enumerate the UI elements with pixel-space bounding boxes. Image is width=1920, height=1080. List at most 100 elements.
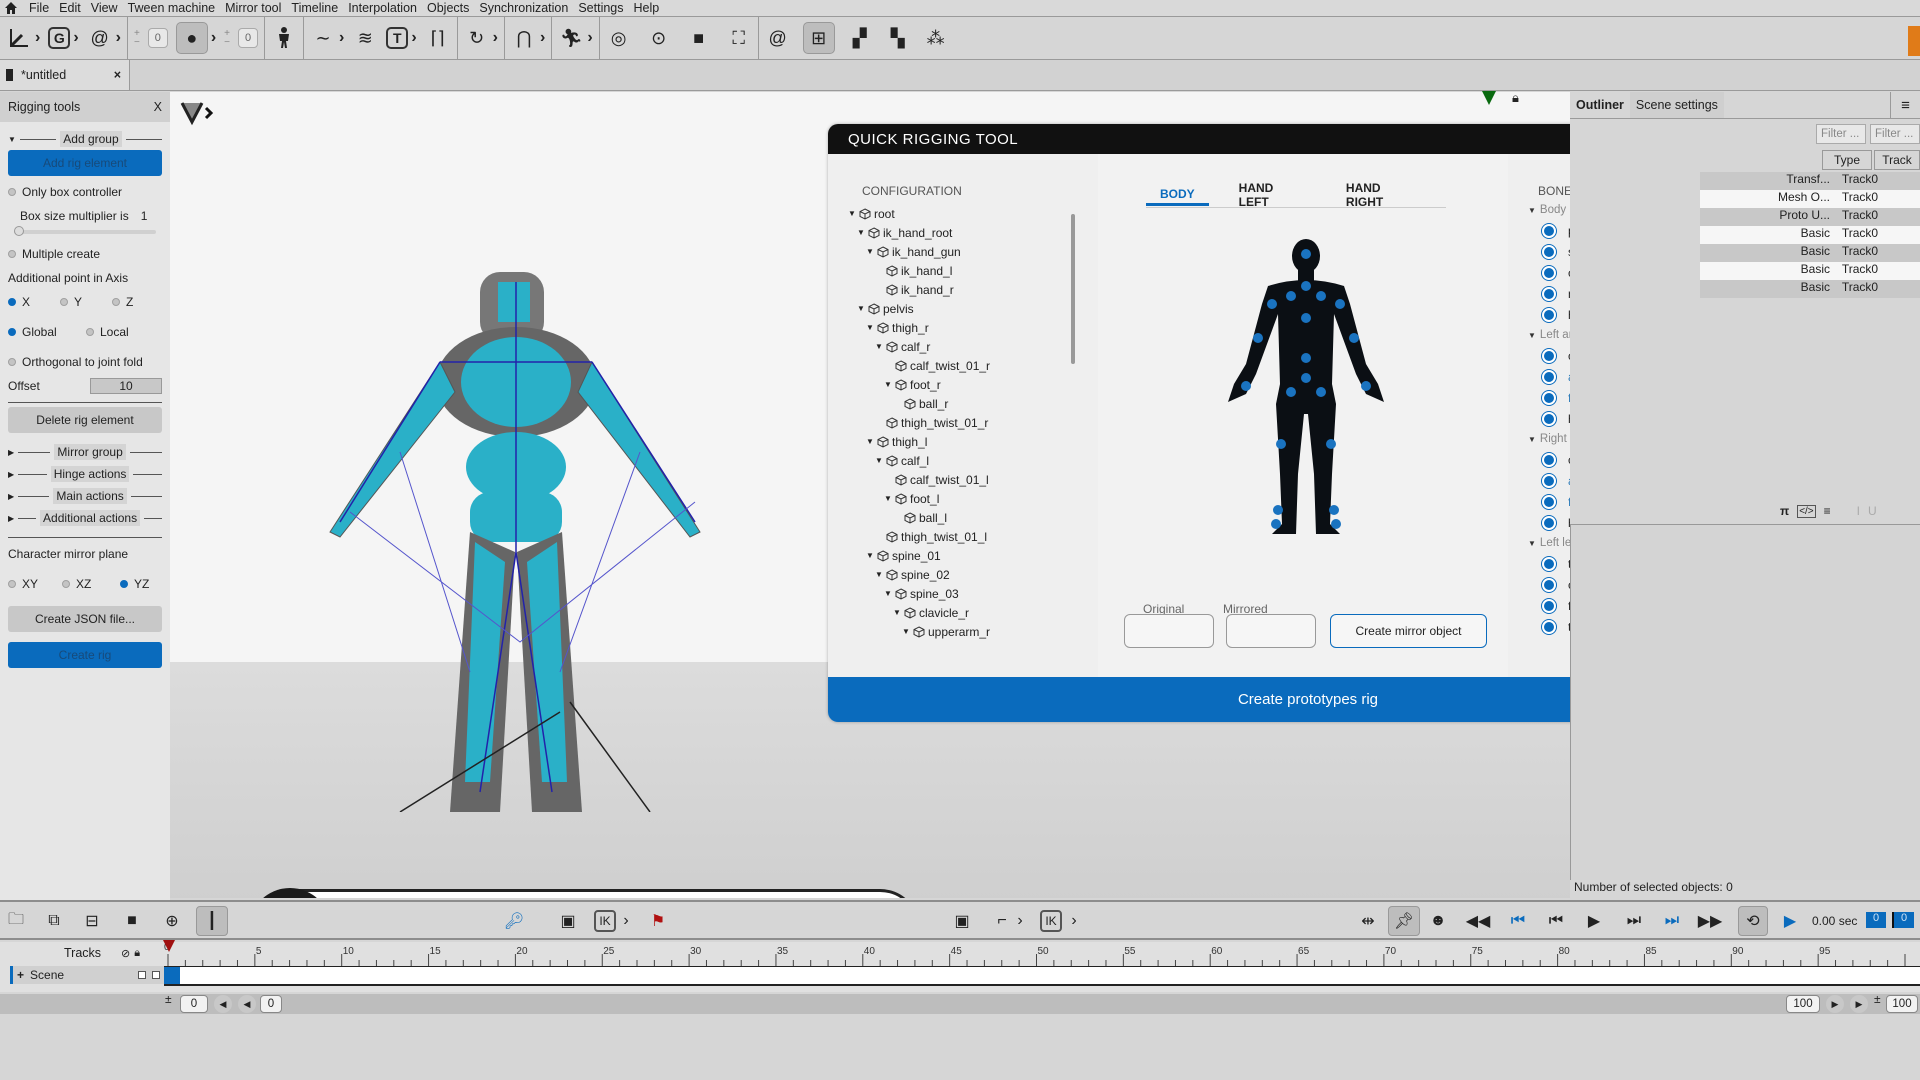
joint-marker[interactable]	[1273, 505, 1283, 515]
chevron-right-icon[interactable]: ›	[35, 29, 40, 47]
create-json-button[interactable]: Create JSON file...	[8, 606, 162, 632]
pin-icon[interactable]: 📌︎	[1388, 906, 1420, 936]
create-mirror-object-button[interactable]: Create mirror object	[1330, 614, 1487, 648]
expand-arrow-icon[interactable]: ▼	[875, 456, 883, 465]
joint-marker[interactable]	[1301, 353, 1311, 363]
italic-toggle[interactable]: I	[1857, 504, 1860, 518]
joint-marker[interactable]	[1361, 381, 1371, 391]
plane-xz-option[interactable]: XZ	[62, 577, 120, 591]
curves-edit-icon[interactable]: ≋	[352, 25, 378, 51]
slider-handle[interactable]	[14, 226, 24, 236]
playhead-marker-icon[interactable]	[163, 940, 175, 952]
add-group-section[interactable]: ▼ Add group	[0, 128, 170, 150]
folder-add-icon[interactable]: 🗀	[4, 910, 28, 932]
tab-hand-right[interactable]: HAND RIGHT	[1332, 181, 1430, 209]
marker-flag-icon[interactable]: ⚑	[646, 910, 670, 932]
joint-marker[interactable]	[1271, 519, 1281, 529]
ik-icon[interactable]: IK	[594, 910, 616, 932]
joint-marker[interactable]	[1301, 373, 1311, 383]
expand-arrow-icon[interactable]: ▼	[857, 304, 865, 313]
chevron-right-icon[interactable]: ›	[493, 29, 498, 47]
rigged-character-model[interactable]	[320, 252, 720, 812]
expand-arrow-icon[interactable]: ▼	[1528, 435, 1536, 444]
chevron-right-icon[interactable]: ›	[1008, 910, 1032, 932]
chevron-right-icon[interactable]: ›	[1062, 910, 1086, 932]
plus-minus-icon[interactable]: ±	[165, 992, 172, 1006]
expand-arrow-icon[interactable]: ▼	[866, 551, 874, 560]
axis-x-option[interactable]: X	[8, 295, 60, 309]
original-input[interactable]	[1124, 614, 1214, 648]
view-mode-button[interactable]	[180, 100, 216, 129]
orthogonal-option[interactable]: Orthogonal to joint fold	[0, 350, 170, 374]
tree-node[interactable]: ▼ spine_03	[848, 584, 1088, 603]
expand-arrow-icon[interactable]: ▼	[857, 228, 865, 237]
joint-marker[interactable]	[1241, 381, 1251, 391]
arc-add-icon[interactable]: ⋂	[511, 25, 537, 51]
tree-node[interactable]: ▼ ik_hand_gun	[848, 242, 1088, 261]
plus-minus-icon[interactable]: ±	[1874, 992, 1881, 1006]
menu-help[interactable]: Help	[629, 1, 665, 15]
tree-node[interactable]: ▼ foot_l	[848, 489, 1088, 508]
tree-node[interactable]: ▼ pelvis	[848, 299, 1088, 318]
tree-node[interactable]: calf_twist_01_l	[848, 470, 1088, 489]
expand-arrow-icon[interactable]: ▼	[1528, 331, 1536, 340]
track-add-icon[interactable]: ⧉	[42, 910, 66, 932]
tab-outliner[interactable]: Outliner	[1570, 92, 1630, 118]
expand-arrow-icon[interactable]: ▼	[1528, 539, 1536, 548]
list-icon[interactable]: ≡	[1824, 504, 1831, 518]
menu-interpolation[interactable]: Interpolation	[343, 1, 422, 15]
tree-node[interactable]: ▼ root	[848, 204, 1088, 223]
menu-tween-machine[interactable]: Tween machine	[123, 1, 221, 15]
key-field-right[interactable]: 0	[238, 28, 258, 48]
plus-minus-icon[interactable]: + −	[134, 29, 140, 48]
expand-arrow-icon[interactable]: ▼	[848, 209, 856, 218]
column-track[interactable]: Track	[1874, 150, 1920, 170]
tree-node[interactable]: ball_r	[848, 394, 1088, 413]
create-rig-button[interactable]: Create rig	[8, 642, 162, 668]
joint-marker[interactable]	[1267, 299, 1277, 309]
joint-marker[interactable]	[1326, 439, 1336, 449]
expand-arrow-icon[interactable]: ▼	[884, 494, 892, 503]
chevron-right-icon[interactable]: ›	[73, 29, 78, 47]
radio-button[interactable]	[8, 328, 16, 336]
ik-icon[interactable]: IK	[1040, 910, 1062, 932]
menu-file[interactable]: File	[24, 1, 54, 15]
axis-z-option[interactable]: Z	[112, 295, 133, 309]
additional-actions-section[interactable]: ▶ Additional actions	[0, 507, 170, 529]
column-type[interactable]: Type	[1822, 150, 1872, 170]
filter-track-input[interactable]: Filter ...	[1870, 124, 1920, 144]
joint-marker[interactable]	[1286, 387, 1296, 397]
mirrored-input[interactable]	[1226, 614, 1316, 648]
bone-marker-icon[interactable]	[1542, 411, 1556, 426]
bone-marker-icon[interactable]	[1542, 515, 1556, 530]
chevron-right-icon[interactable]: ›	[540, 29, 545, 47]
joint-marker[interactable]	[1301, 313, 1311, 323]
tree-node[interactable]: ball_l	[848, 508, 1088, 527]
curve-lock-icon[interactable]: ∼	[310, 25, 336, 51]
range-start-field[interactable]: 0	[180, 995, 208, 1013]
track-scene[interactable]: + Scene	[10, 966, 164, 984]
radio-button[interactable]	[112, 298, 120, 306]
tree-node[interactable]: ▼ calf_l	[848, 451, 1088, 470]
bone-marker-icon[interactable]	[1542, 494, 1556, 509]
selection-frame-icon[interactable]: ▣	[950, 910, 974, 932]
tree-node[interactable]: ik_hand_l	[848, 261, 1088, 280]
spiral-l-icon[interactable]: @	[87, 25, 113, 51]
expand-arrow-icon[interactable]: ▼	[884, 380, 892, 389]
code-icon[interactable]: </>	[1797, 504, 1816, 518]
expand-arrow-icon[interactable]: ▼	[866, 247, 874, 256]
curve-lock-icon[interactable]: ⇹	[1356, 910, 1380, 932]
frame-field-a[interactable]: 0	[1866, 912, 1886, 928]
fast-forward-icon[interactable]: ▶▶	[1698, 910, 1723, 932]
expand-arrow-icon[interactable]: ▼	[884, 589, 892, 598]
plus-minus-icon[interactable]: + −	[224, 29, 230, 48]
add-point-icon[interactable]: ⁂	[923, 25, 949, 51]
radio-button[interactable]	[60, 298, 68, 306]
tree-node[interactable]: ▼ spine_02	[848, 565, 1088, 584]
chevron-right-icon[interactable]: ›	[587, 29, 592, 47]
space-global-option[interactable]: Global	[8, 325, 86, 339]
expand-triangle-icon[interactable]: ▶	[8, 448, 14, 457]
menu-objects[interactable]: Objects	[422, 1, 474, 15]
joint-marker[interactable]	[1301, 281, 1311, 291]
layer-add-icon[interactable]: ▞	[847, 25, 873, 51]
